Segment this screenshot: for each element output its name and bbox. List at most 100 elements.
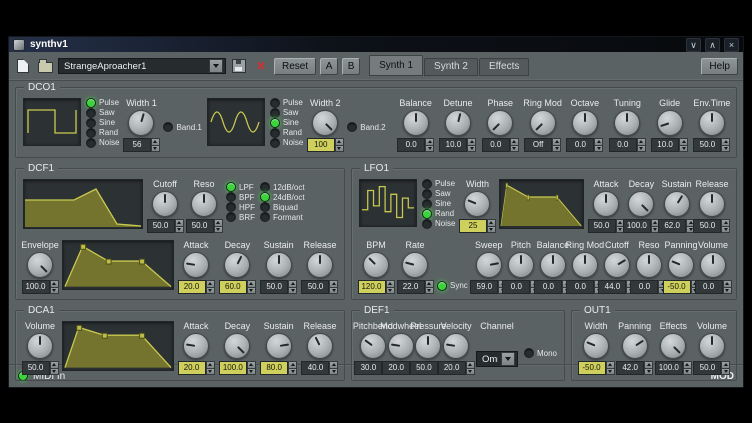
dca1-volume-spin-down[interactable] bbox=[50, 369, 59, 376]
dcf1-reso-value[interactable]: 50.0 bbox=[186, 219, 214, 233]
lfo1-panning-value[interactable]: -50.0 bbox=[663, 280, 691, 294]
dcf1-decay-spin-down[interactable] bbox=[247, 288, 256, 295]
dca1-volume-knob[interactable] bbox=[27, 333, 53, 359]
dco1-tuning-spin-up[interactable] bbox=[637, 138, 646, 146]
dco1-wave1-saw-radio[interactable]: Saw bbox=[86, 108, 119, 117]
help-button[interactable]: Help bbox=[701, 58, 738, 75]
out1-panning-spin-down[interactable] bbox=[644, 369, 653, 376]
out1-panning-value[interactable]: 42.0 bbox=[616, 361, 644, 375]
dcf1-slope-12db-oct-radio[interactable]: 12dB/oct bbox=[260, 183, 305, 192]
dco1-phase-knob[interactable] bbox=[487, 110, 513, 136]
dco1-phase-value[interactable]: 0.0 bbox=[482, 138, 510, 152]
dca1-envelope-display[interactable] bbox=[62, 321, 174, 371]
reset-button[interactable]: Reset bbox=[274, 58, 316, 75]
lfo1-attack-value[interactable]: 50.0 bbox=[588, 219, 616, 233]
lfo1-width-value[interactable]: 25 bbox=[459, 219, 487, 233]
dcf1-decay-spin-up[interactable] bbox=[247, 280, 256, 288]
def1-channel-arrow-icon[interactable] bbox=[501, 352, 515, 366]
dca1-volume-spin-up[interactable] bbox=[50, 361, 59, 369]
dcf1-envelope-spin-down[interactable] bbox=[50, 288, 59, 295]
out1-width-knob[interactable] bbox=[583, 333, 609, 359]
dcf1-slope-formant-radio[interactable]: Formant bbox=[260, 213, 305, 222]
dcf1-attack-value[interactable]: 20.0 bbox=[178, 280, 206, 294]
lfo1-decay-knob[interactable] bbox=[628, 191, 654, 217]
dcf1-type-bpf-radio[interactable]: BPF bbox=[226, 193, 255, 202]
dcf1-type-brf-radio[interactable]: BRF bbox=[226, 213, 255, 222]
lfo1-width-spin-up[interactable] bbox=[487, 219, 496, 227]
lfo1-sync-radio[interactable]: Sync bbox=[437, 281, 468, 290]
lfo1-ring-mod-value[interactable]: 0.0 bbox=[566, 280, 594, 294]
dco1-ring-mod-knob[interactable] bbox=[530, 110, 556, 136]
dco1-balance-value[interactable]: 0.0 bbox=[397, 138, 425, 152]
close-button[interactable]: × bbox=[724, 38, 739, 52]
lfo1-release-value[interactable]: 50.0 bbox=[693, 219, 721, 233]
dcf1-envelope-knob[interactable] bbox=[27, 252, 53, 278]
dco1-phase-spin-up[interactable] bbox=[510, 138, 519, 146]
lfo1-bpm-spin-up[interactable] bbox=[386, 280, 395, 288]
out1-width-spin-down[interactable] bbox=[606, 369, 615, 376]
dca1-decay-value[interactable]: 100.0 bbox=[219, 361, 247, 375]
dco1-octave-spin-down[interactable] bbox=[594, 146, 603, 153]
dco1-octave-knob[interactable] bbox=[572, 110, 598, 136]
lfo1-rate-value[interactable]: 22.0 bbox=[397, 280, 425, 294]
lfo1-sustain-value[interactable]: 62.0 bbox=[658, 219, 686, 233]
dco1-wave2-saw-radio[interactable]: Saw bbox=[270, 108, 303, 117]
dco1-wave1-display[interactable] bbox=[23, 98, 81, 146]
out1-width-spin-up[interactable] bbox=[606, 361, 615, 369]
lfo1-cutoff-knob[interactable] bbox=[604, 252, 630, 278]
dco1-balance-spin-down[interactable] bbox=[425, 146, 434, 153]
dcf1-release-spin-up[interactable] bbox=[329, 280, 338, 288]
dcf1-attack-spin-down[interactable] bbox=[206, 288, 215, 295]
lfo1-saw-radio[interactable]: Saw bbox=[422, 189, 455, 198]
lfo1-rate-spin-up[interactable] bbox=[425, 280, 434, 288]
lfo1-rand-radio[interactable]: Rand bbox=[422, 209, 455, 218]
out1-volume-spin-up[interactable] bbox=[721, 361, 730, 369]
compare-a-button[interactable]: A bbox=[320, 58, 338, 75]
dca1-sustain-knob[interactable] bbox=[266, 333, 292, 359]
lfo1-sine-radio[interactable]: Sine bbox=[422, 199, 455, 208]
delete-preset-button[interactable]: ✕ bbox=[252, 57, 270, 75]
def1-velocity-spin-up[interactable] bbox=[466, 361, 475, 369]
dcf1-sustain-knob[interactable] bbox=[266, 252, 292, 278]
dco1-ring-mod-spin-up[interactable] bbox=[552, 138, 561, 146]
def1-velocity-knob[interactable] bbox=[443, 333, 469, 359]
def1-mono-radio[interactable]: Mono bbox=[524, 349, 557, 358]
out1-effects-spin-down[interactable] bbox=[683, 369, 692, 376]
dco1-width-2-spin-up[interactable] bbox=[335, 138, 344, 146]
dco1-env-time-spin-down[interactable] bbox=[721, 146, 730, 153]
dco1-width-1-spin-down[interactable] bbox=[151, 146, 160, 153]
lfo1-attack-knob[interactable] bbox=[593, 191, 619, 217]
lfo1-decay-value[interactable]: 100.0 bbox=[623, 219, 651, 233]
dco1-band-1-radio[interactable]: Band.1 bbox=[163, 123, 201, 132]
def1-modwheel-value[interactable]: 20.0 bbox=[382, 361, 410, 375]
dcf1-release-spin-down[interactable] bbox=[329, 288, 338, 295]
lfo1-reso-knob[interactable] bbox=[636, 252, 662, 278]
dcf1-release-value[interactable]: 50.0 bbox=[301, 280, 329, 294]
lfo1-wave-display[interactable] bbox=[359, 179, 417, 227]
dco1-detune-value[interactable]: 10.0 bbox=[439, 138, 467, 152]
dcf1-reso-spin-down[interactable] bbox=[214, 227, 223, 234]
lfo1-cutoff-value[interactable]: 44.0 bbox=[598, 280, 626, 294]
dca1-sustain-spin-up[interactable] bbox=[288, 361, 297, 369]
out1-volume-spin-down[interactable] bbox=[721, 369, 730, 376]
dcf1-type-hpf-radio[interactable]: HPF bbox=[226, 203, 255, 212]
maximize-button[interactable]: ∧ bbox=[705, 38, 720, 52]
dco1-glide-knob[interactable] bbox=[657, 110, 683, 136]
dco1-ring-mod-spin-down[interactable] bbox=[552, 146, 561, 153]
dco1-wave2-rand-radio[interactable]: Rand bbox=[270, 128, 303, 137]
lfo1-volume-value[interactable]: 0.0 bbox=[695, 280, 723, 294]
dcf1-reso-spin-up[interactable] bbox=[214, 219, 223, 227]
dcf1-slope-24db-oct-radio[interactable]: 24dB/oct bbox=[260, 193, 305, 202]
out1-effects-knob[interactable] bbox=[660, 333, 686, 359]
dcf1-envelope-display[interactable] bbox=[62, 240, 174, 290]
dco1-balance-knob[interactable] bbox=[403, 110, 429, 136]
lfo1-panning-knob[interactable] bbox=[668, 252, 694, 278]
lfo1-volume-spin-up[interactable] bbox=[723, 280, 732, 288]
dcf1-slope-biquad-radio[interactable]: Biquad bbox=[260, 203, 305, 212]
lfo1-release-knob[interactable] bbox=[699, 191, 725, 217]
def1-pressure-knob[interactable] bbox=[415, 333, 441, 359]
dca1-sustain-value[interactable]: 80.0 bbox=[260, 361, 288, 375]
dco1-width-2-knob[interactable] bbox=[312, 110, 338, 136]
dco1-phase-spin-down[interactable] bbox=[510, 146, 519, 153]
dco1-ring-mod-value[interactable]: Off bbox=[524, 138, 552, 152]
